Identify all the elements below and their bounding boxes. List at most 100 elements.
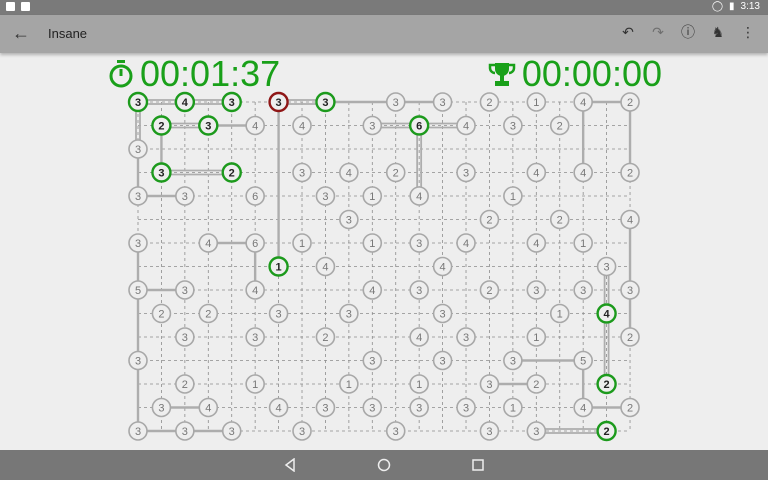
- island-node[interactable]: 4: [409, 186, 429, 206]
- island-node[interactable]: 3: [339, 209, 359, 230]
- island-node[interactable]: 3: [315, 397, 336, 418]
- island-node[interactable]: 4: [620, 209, 640, 230]
- island-node[interactable]: 4: [573, 397, 593, 418]
- island-node[interactable]: 1: [409, 374, 429, 394]
- island-node[interactable]: 3: [175, 421, 195, 441]
- island-node[interactable]: 3: [526, 280, 547, 300]
- island-node[interactable]: 4: [432, 256, 453, 277]
- island-node[interactable]: 3: [385, 421, 406, 441]
- island-node[interactable]: 3: [409, 233, 429, 253]
- island-node[interactable]: 4: [526, 233, 547, 253]
- island-node[interactable]: 1: [292, 233, 312, 253]
- island-node[interactable]: 4: [339, 162, 359, 183]
- island-node[interactable]: 4: [409, 327, 429, 347]
- island-node[interactable]: 2: [526, 374, 547, 394]
- island-node[interactable]: 3: [409, 280, 429, 300]
- island-node[interactable]: 2: [620, 397, 640, 418]
- island-node[interactable]: 3: [128, 139, 148, 159]
- island-node[interactable]: 1: [339, 374, 359, 394]
- island-node[interactable]: 3: [573, 280, 593, 300]
- island-node[interactable]: 2: [596, 420, 617, 442]
- island-node[interactable]: 1: [362, 186, 383, 206]
- island-node[interactable]: 3: [432, 350, 453, 371]
- island-node[interactable]: 3: [221, 91, 242, 113]
- island-node[interactable]: 4: [573, 162, 593, 183]
- island-node[interactable]: 1: [362, 233, 383, 253]
- island-node[interactable]: 3: [127, 91, 149, 113]
- island-node[interactable]: 4: [198, 233, 219, 253]
- island-node[interactable]: 4: [174, 91, 196, 113]
- island-node[interactable]: 2: [315, 327, 336, 347]
- island-node[interactable]: 3: [245, 327, 265, 347]
- island-node[interactable]: 3: [362, 350, 383, 371]
- island-node[interactable]: 1: [549, 303, 570, 324]
- island-node[interactable]: 4: [526, 162, 547, 183]
- island-node[interactable]: 3: [432, 92, 453, 112]
- island-node[interactable]: 4: [198, 397, 219, 418]
- island-node[interactable]: 2: [620, 92, 640, 112]
- island-node[interactable]: 3: [128, 233, 148, 253]
- nav-home-icon[interactable]: [377, 458, 391, 472]
- island-node[interactable]: 2: [175, 374, 195, 394]
- island-node[interactable]: 3: [268, 91, 289, 113]
- island-node[interactable]: 2: [221, 162, 242, 183]
- island-node[interactable]: 6: [408, 115, 430, 136]
- island-node[interactable]: 4: [362, 280, 383, 300]
- island-node[interactable]: 1: [245, 374, 265, 394]
- island-node[interactable]: 3: [596, 256, 617, 277]
- island-node[interactable]: 2: [151, 115, 172, 136]
- island-node[interactable]: 2: [479, 280, 500, 300]
- island-node[interactable]: 3: [456, 162, 476, 183]
- island-node[interactable]: 2: [385, 162, 406, 183]
- island-node[interactable]: 3: [503, 350, 523, 371]
- island-node[interactable]: 3: [456, 397, 476, 418]
- island-node[interactable]: 2: [620, 162, 640, 183]
- island-node[interactable]: 3: [175, 327, 195, 347]
- island-node[interactable]: 4: [315, 256, 336, 277]
- island-node[interactable]: 3: [151, 162, 172, 183]
- island-node[interactable]: 3: [292, 421, 312, 441]
- island-node[interactable]: 3: [620, 280, 640, 300]
- island-node[interactable]: 2: [198, 303, 219, 324]
- island-node[interactable]: 2: [151, 303, 172, 324]
- island-node[interactable]: 3: [221, 421, 242, 441]
- island-node[interactable]: 3: [479, 421, 500, 441]
- island-node[interactable]: 2: [549, 115, 570, 136]
- island-node[interactable]: 4: [245, 115, 265, 136]
- island-node[interactable]: 3: [315, 91, 336, 113]
- island-node[interactable]: 6: [245, 186, 265, 206]
- island-node[interactable]: 5: [573, 350, 593, 371]
- island-node[interactable]: 2: [479, 92, 500, 112]
- nav-back-icon[interactable]: [283, 458, 297, 472]
- island-node[interactable]: 3: [339, 303, 359, 324]
- island-node[interactable]: 1: [526, 327, 547, 347]
- island-node[interactable]: 3: [503, 115, 523, 136]
- island-node[interactable]: 3: [268, 303, 289, 324]
- island-node[interactable]: 3: [175, 186, 195, 206]
- island-node[interactable]: 4: [573, 92, 593, 112]
- island-node[interactable]: 4: [456, 115, 476, 136]
- island-node[interactable]: 5: [128, 280, 148, 300]
- puzzle-board[interactable]: 3 4 3 3 3 3 3 2 1 4 2 2 3 4 4 3 6 4 3 2 3 3 2 3 4 2 3 4 4 2 3 3 6 3 1 4 1 3 2 2…: [0, 0, 768, 480]
- island-node[interactable]: 3: [526, 421, 547, 441]
- island-node[interactable]: 4: [268, 397, 289, 418]
- island-node[interactable]: 4: [596, 303, 617, 324]
- island-node[interactable]: 1: [503, 186, 523, 206]
- island-node[interactable]: 3: [432, 303, 453, 324]
- island-node[interactable]: 3: [128, 350, 148, 371]
- island-node[interactable]: 1: [268, 256, 289, 277]
- island-node[interactable]: 3: [385, 92, 406, 112]
- island-node[interactable]: 3: [362, 397, 383, 418]
- island-node[interactable]: 2: [549, 209, 570, 230]
- island-node[interactable]: 4: [292, 115, 312, 136]
- island-node[interactable]: 3: [362, 115, 383, 136]
- nav-recents-icon[interactable]: [471, 458, 485, 472]
- island-node[interactable]: 3: [128, 186, 148, 206]
- island-node[interactable]: 4: [456, 233, 476, 253]
- island-node[interactable]: 3: [315, 186, 336, 206]
- island-node[interactable]: 2: [596, 373, 617, 395]
- island-node[interactable]: 3: [151, 397, 172, 418]
- island-node[interactable]: 3: [292, 162, 312, 183]
- island-node[interactable]: 2: [620, 327, 640, 347]
- island-node[interactable]: 3: [456, 327, 476, 347]
